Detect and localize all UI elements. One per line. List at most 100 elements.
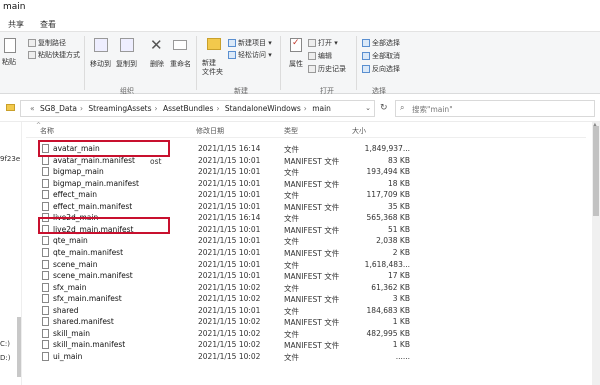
header-divider	[26, 137, 586, 138]
copy-to-button[interactable]: 复制到	[116, 59, 137, 69]
easy-access-button[interactable]: 轻松访问 ▾	[228, 50, 272, 60]
address-dropdown-icon[interactable]: ⌄	[365, 104, 371, 112]
paste-button[interactable]: 粘贴	[2, 57, 16, 67]
file-date: 2021/1/15 10:02	[198, 282, 261, 292]
chevron-right-icon[interactable]: ›	[152, 104, 161, 113]
file-row[interactable]: skill_main 2021/1/15 10:02 文件 482,995 KB	[38, 328, 410, 340]
delete-icon: ✕	[150, 36, 163, 54]
file-row[interactable]: sfx_main 2021/1/15 10:02 文件 61,362 KB	[38, 282, 410, 294]
move-to-button[interactable]: 移动到	[90, 59, 111, 69]
file-row[interactable]: bigmap_main.manifest 2021/1/15 10:01 MANIF…	[38, 178, 410, 190]
file-icon	[42, 271, 49, 281]
file-row[interactable]: sfx_main.manifest 2021/1/15 10:02 MANIFEST…	[38, 293, 410, 305]
open-button[interactable]: 打开 ▾	[308, 38, 338, 48]
file-row[interactable]: scene_main 2021/1/15 10:01 文件 1,618,483...	[38, 259, 410, 271]
nav-item-drive-c[interactable]: C:)	[0, 340, 10, 348]
file-type: MANIFEST 文件	[284, 202, 340, 212]
address-bar[interactable]: « SG8_Data › StreamingAssets › AssetBundle…	[20, 100, 375, 117]
file-date: 2021/1/15 10:02	[198, 351, 261, 361]
file-row[interactable]: bigmap_main 2021/1/15 10:01 文件 193,494 KB	[38, 166, 410, 178]
chevron-right-icon[interactable]: ›	[301, 104, 310, 113]
edit-button[interactable]: 编辑	[308, 51, 332, 61]
file-name: skill_main.manifest	[53, 340, 126, 350]
column-header-size[interactable]: 大小	[352, 126, 366, 136]
overflow-chevron-icon[interactable]: «	[27, 104, 38, 113]
search-placeholder[interactable]: 搜索"main"	[412, 104, 453, 115]
search-box[interactable]: ⌕ 搜索"main"	[395, 100, 595, 117]
paste-shortcut-button[interactable]: 粘贴快捷方式	[28, 50, 80, 60]
tab-share[interactable]: 共享	[8, 19, 24, 30]
scrollbar-thumb[interactable]	[593, 126, 599, 216]
copy-path-icon	[28, 39, 36, 47]
breadcrumb-item[interactable]: AssetBundles	[163, 104, 214, 113]
new-item-button[interactable]: 新建项目 ▾	[228, 38, 272, 48]
invert-selection-button[interactable]: 反向选择	[362, 64, 400, 74]
overlay-text: ost	[150, 157, 162, 166]
edit-label: 编辑	[318, 52, 332, 60]
file-name: ui_main	[53, 351, 83, 361]
column-header-type[interactable]: 类型	[284, 126, 298, 136]
file-type: MANIFEST 文件	[284, 295, 340, 305]
file-date: 2021/1/15 10:01	[198, 305, 261, 315]
new-item-icon	[228, 39, 236, 47]
tab-view[interactable]: 查看	[40, 19, 56, 30]
breadcrumb: « SG8_Data › StreamingAssets › AssetBundle…	[27, 104, 331, 113]
file-row[interactable]: qte_main 2021/1/15 10:01 文件 2,038 KB	[38, 235, 410, 247]
file-size: 1 KB	[392, 317, 410, 327]
file-icon	[42, 178, 49, 188]
chevron-right-icon[interactable]: ›	[77, 104, 86, 113]
column-header-date[interactable]: 修改日期	[196, 126, 224, 136]
rename-icon	[173, 40, 187, 50]
nav-scrollbar[interactable]	[17, 317, 21, 377]
select-all-icon	[362, 39, 370, 47]
file-row[interactable]: effect_main 2021/1/15 10:01 文件 117,709 KB	[38, 189, 410, 201]
open-label: 打开	[318, 39, 332, 47]
select-all-button[interactable]: 全部选择	[362, 38, 400, 48]
ribbon-tabs: 共享 查看	[0, 16, 600, 32]
easy-access-label: 轻松访问	[238, 51, 266, 59]
copy-path-button[interactable]: 复制路径	[28, 38, 66, 48]
column-header-name[interactable]: 名称	[40, 126, 54, 136]
breadcrumb-item[interactable]: SG8_Data	[40, 104, 77, 113]
open-icon	[308, 39, 316, 47]
file-row[interactable]: qte_main.manifest 2021/1/15 10:01 MANIFEST…	[38, 247, 410, 259]
highlight-box-avatar-main	[38, 140, 170, 157]
file-row[interactable]: shared.manifest 2021/1/15 10:02 MANIFEST 文…	[38, 316, 410, 328]
divider	[84, 36, 85, 90]
chevron-right-icon[interactable]: ›	[213, 104, 222, 113]
file-row[interactable]: effect_main.manifest 2021/1/15 10:01 MANIF…	[38, 201, 410, 213]
breadcrumb-item[interactable]: StandaloneWindows	[225, 104, 301, 113]
file-size: 1,849,937...	[364, 144, 410, 153]
file-icon	[42, 340, 49, 350]
file-row[interactable]: scene_main.manifest 2021/1/15 10:01 MANIFE…	[38, 270, 410, 282]
nav-item-drive-d[interactable]: D:)	[0, 354, 10, 362]
breadcrumb-item[interactable]: main	[312, 104, 331, 113]
new-folder-button[interactable]: 新建 文件夹	[202, 59, 223, 77]
file-name: qte_main.manifest	[53, 247, 124, 257]
navigation-pane: 9f23e C:) D:)	[0, 122, 22, 385]
file-row[interactable]: ui_main 2021/1/15 10:02 文件......	[38, 351, 410, 363]
file-row[interactable]: shared 2021/1/15 10:01 文件 184,683 KB	[38, 305, 410, 317]
file-date: 2021/1/15 10:01	[198, 247, 261, 257]
vertical-scrollbar[interactable]: ▲	[592, 122, 600, 385]
file-icon	[42, 236, 49, 246]
breadcrumb-item[interactable]: StreamingAssets	[88, 104, 151, 113]
file-row[interactable]: skill_main.manifest 2021/1/15 10:02 MANIFE…	[38, 339, 410, 351]
file-size: 2 KB	[392, 247, 410, 257]
file-name: bigmap_main.manifest	[53, 178, 139, 188]
file-size: 565,368 KB	[366, 213, 410, 223]
select-none-button[interactable]: 全部取消	[362, 51, 400, 61]
address-bar-row: « SG8_Data › StreamingAssets › AssetBundle…	[0, 94, 600, 122]
file-date: 2021/1/15 10:01	[198, 236, 261, 246]
delete-button[interactable]: 删除	[150, 59, 164, 69]
history-button[interactable]: 历史记录	[308, 64, 346, 74]
refresh-icon[interactable]: ↻	[380, 103, 388, 113]
file-size: 184,683 KB	[366, 305, 410, 315]
file-type: 文件	[284, 191, 299, 201]
paste-icon[interactable]	[4, 38, 16, 53]
file-icon	[42, 305, 49, 315]
file-size: 193,494 KB	[366, 167, 410, 177]
properties-button[interactable]: 属性	[289, 59, 303, 69]
rename-button[interactable]: 重命名	[170, 59, 191, 69]
nav-item-text[interactable]: 9f23e	[0, 155, 20, 163]
